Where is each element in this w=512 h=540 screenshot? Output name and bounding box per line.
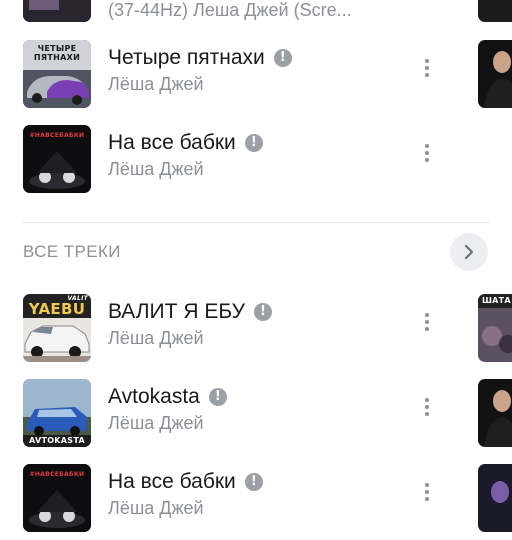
more-options-button[interactable] — [419, 480, 435, 516]
cover-text: VALIT — [67, 295, 88, 302]
side-cover[interactable] — [478, 0, 512, 22]
track-cover: ЧЕТЫРЕ ПЯТНАХИ — [23, 40, 91, 108]
track-row[interactable]: #НАВСЕБАБКИ На все бабки ! Лёша Джей — [0, 456, 512, 540]
cover-text: #НАВСЕБАБКИ — [29, 132, 85, 139]
explicit-icon: ! — [208, 388, 227, 406]
track-cover — [23, 0, 91, 22]
cover-text: ШАТА — [482, 296, 511, 305]
explicit-icon: ! — [253, 303, 272, 321]
side-cover[interactable] — [478, 379, 512, 447]
chevron-right-icon — [464, 244, 474, 260]
track-subtitle: (37-44Hz) Леша Джей (Scre... — [108, 0, 352, 20]
track-row[interactable]: ЧЕТЫРЕ ПЯТНАХИ Четыре пятнахи ! Лёша Дже… — [0, 32, 512, 116]
track-title: На все бабки — [108, 131, 236, 154]
track-artist[interactable]: Лёша Джей — [108, 74, 204, 95]
more-options-button[interactable] — [419, 310, 435, 346]
side-cover[interactable]: ШАТА — [478, 294, 512, 362]
cover-text: AVTOKASTA — [29, 436, 85, 445]
explicit-icon: ! — [273, 49, 292, 67]
track-artist[interactable]: Лёша Джей — [108, 159, 204, 180]
track-artist[interactable]: Лёша Джей — [108, 328, 204, 349]
track-artist[interactable]: Лёша Джей — [108, 413, 204, 434]
more-options-button[interactable] — [419, 56, 435, 92]
track-cover: #НАВСЕБАБКИ — [23, 125, 91, 193]
section-title: ВСЕ ТРЕКИ — [23, 242, 121, 261]
more-options-button[interactable] — [419, 141, 435, 177]
section-divider — [23, 222, 489, 223]
track-artist[interactable]: Лёша Джей — [108, 498, 204, 519]
cover-text: #НАВСЕБАБКИ — [29, 471, 85, 478]
see-all-button[interactable] — [450, 233, 488, 271]
more-options-button[interactable] — [419, 395, 435, 431]
track-row[interactable]: AVTOKASTA Avtokasta ! Лёша Джей — [0, 371, 512, 455]
cover-text: YAEBU — [28, 300, 86, 318]
track-title: На все бабки — [108, 470, 236, 493]
side-cover[interactable] — [478, 40, 512, 108]
track-cover: YAEBU VALIT — [23, 294, 91, 362]
explicit-icon: ! — [244, 473, 263, 491]
track-row[interactable]: #НАВСЕБАБКИ На все бабки ! Лёша Джей — [0, 117, 512, 201]
cover-text: ЧЕТЫРЕ ПЯТНАХИ — [33, 44, 81, 62]
track-title: Avtokasta — [108, 385, 200, 408]
track-row[interactable]: YAEBU VALIT ВАЛИТ Я ЕБУ ! Лёша Джей ШАТА — [0, 286, 512, 370]
track-cover: AVTOKASTA — [23, 379, 91, 447]
track-title: Четыре пятнахи — [108, 46, 265, 69]
explicit-icon: ! — [244, 134, 263, 152]
track-title: ВАЛИТ Я ЕБУ — [108, 300, 245, 323]
track-cover: #НАВСЕБАБКИ — [23, 464, 91, 532]
side-cover[interactable] — [478, 464, 512, 532]
